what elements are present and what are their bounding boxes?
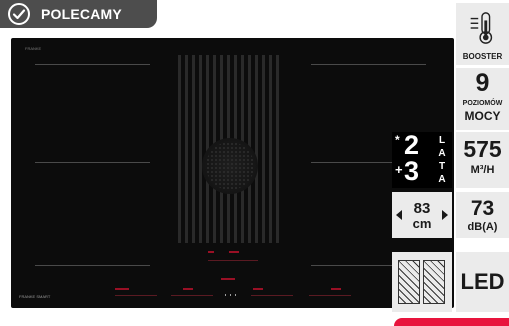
warranty-letter: A (438, 174, 446, 185)
warranty-letter: T (438, 161, 446, 172)
badge-label: POLECAMY (41, 6, 122, 22)
power-levels-number: 9 (475, 69, 490, 97)
thermometer-icon (470, 12, 493, 44)
control-indicator (115, 288, 129, 290)
feature-cooking-zones (392, 252, 452, 312)
control-indicator (229, 251, 239, 253)
control-indicator (331, 288, 341, 290)
feature-warranty: * 2 + 3 L A T A (392, 130, 452, 188)
red-promo-strip (394, 318, 509, 326)
feature-width: 83 cm (392, 192, 452, 238)
feature-power-levels: 9 POZIOMÓW MOCY (456, 68, 509, 130)
zone-line (35, 162, 150, 163)
control-slider (115, 295, 157, 296)
control-indicator (208, 251, 214, 253)
power-levels-line2: MOCY (464, 109, 501, 123)
cooking-zones-icon (392, 252, 452, 312)
control-slider (309, 295, 351, 296)
warranty-plus: + (395, 162, 403, 177)
check-circle-icon (8, 3, 30, 25)
feature-airflow: 575 M³/H (456, 132, 509, 188)
noise-value: 73 (470, 197, 495, 220)
control-indicator (183, 288, 193, 290)
booster-label: BOOSTER (462, 52, 503, 61)
airflow-value: 575 (463, 136, 502, 162)
airflow-unit: M³/H (470, 164, 495, 176)
extractor-fan (202, 138, 258, 194)
product-image-hob: FRANKE FRANKE SMART (11, 38, 454, 308)
control-key (225, 294, 226, 296)
arrow-right-icon (442, 210, 448, 220)
control-indicator (253, 288, 263, 290)
warranty-letter: L (438, 135, 446, 146)
feature-booster: BOOSTER (456, 3, 509, 65)
hob-brand-bottom: FRANKE SMART (19, 294, 51, 299)
zone-line (311, 64, 426, 65)
recommended-badge: POLECAMY (0, 0, 157, 28)
feature-noise: 73 dB(A) (456, 192, 509, 238)
control-indicator (221, 278, 235, 280)
warranty-extra-years: 3 (404, 156, 420, 186)
warranty-letters: L A T A (436, 134, 448, 186)
control-key (235, 294, 236, 296)
control-slider (251, 295, 293, 296)
control-slider (208, 260, 258, 261)
led-label: LED (460, 269, 505, 294)
feature-led: LED (456, 252, 509, 312)
control-slider (171, 295, 213, 296)
control-key (230, 294, 231, 296)
hob-brand-top: FRANKE (25, 46, 42, 51)
noise-unit: dB(A) (467, 221, 498, 233)
warranty-letter: A (438, 148, 446, 159)
zone-line (35, 265, 150, 266)
warranty-star: * (395, 133, 400, 147)
zone-line (35, 64, 150, 65)
power-levels-line1: POZIOMÓW (462, 100, 503, 107)
